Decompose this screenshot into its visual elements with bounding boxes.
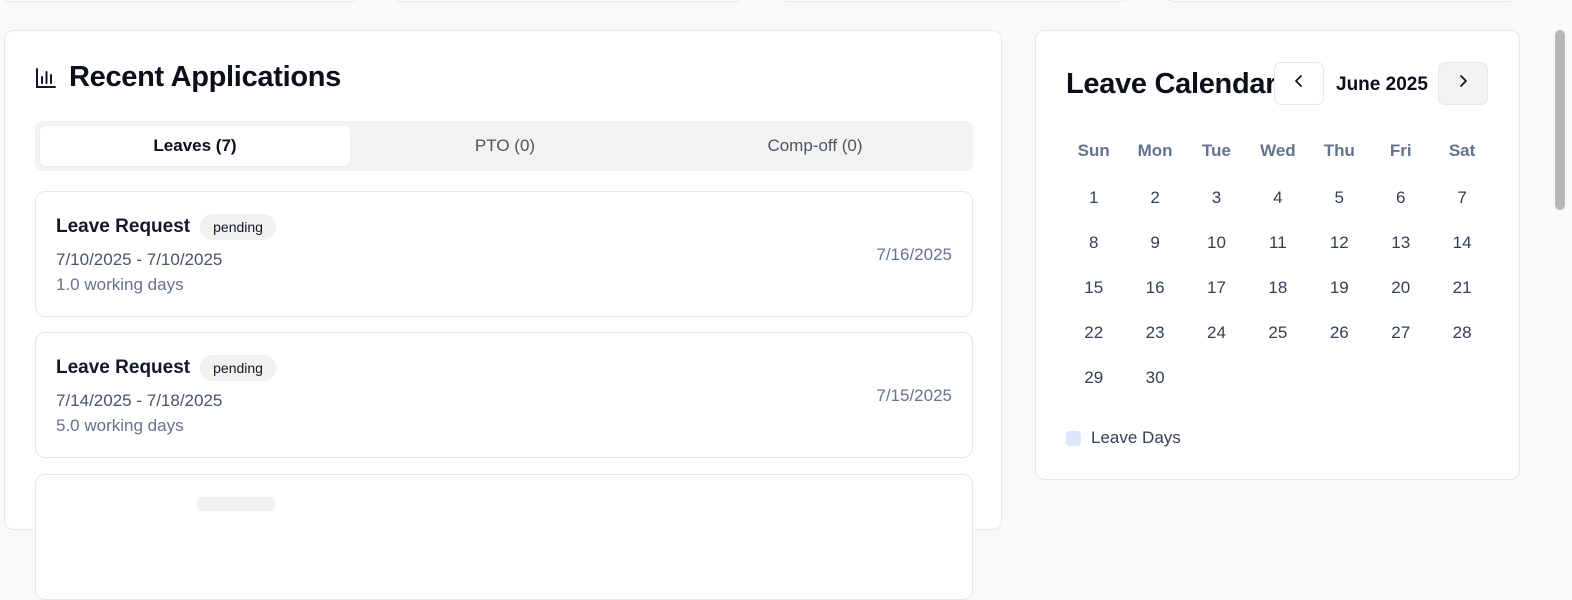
calendar-day[interactable]: 26	[1309, 323, 1370, 343]
request-title-row: Leave Request pending	[56, 214, 276, 240]
request-title: Leave Request	[56, 216, 191, 237]
leave-calendar-panel: Leave Calendar June 2025 Sun Mon Tue Wed Thu…	[1035, 30, 1520, 480]
calendar-day[interactable]: 17	[1186, 278, 1247, 298]
calendar-day[interactable]: 28	[1431, 323, 1492, 343]
calendar-day[interactable]: 13	[1370, 233, 1431, 253]
calendar-day[interactable]: 14	[1431, 233, 1492, 253]
recent-applications-panel: Recent Applications Leaves (7) PTO (0) C…	[4, 30, 1002, 600]
status-badge: pending	[200, 214, 276, 240]
request-title-row: Leave Request pending	[56, 355, 276, 381]
request-working-days: 1.0 working days	[56, 275, 184, 294]
tab-comp-off[interactable]: Comp-off (0)	[660, 126, 970, 166]
weekday-header: Mon	[1137, 141, 1173, 160]
weekday-header: Tue	[1202, 141, 1231, 160]
calendar-day[interactable]: 5	[1309, 188, 1370, 208]
top-stats-strip	[0, 0, 1572, 2]
request-submitted-date: 7/15/2025	[876, 386, 952, 405]
status-badge: pending	[200, 355, 276, 381]
calendar-day[interactable]: 27	[1370, 323, 1431, 343]
calendar-day[interactable]: 11	[1247, 233, 1308, 253]
calendar-day[interactable]: 20	[1370, 278, 1431, 298]
calendar-day[interactable]: 6	[1370, 188, 1431, 208]
tab-leaves[interactable]: Leaves (7)	[40, 126, 350, 166]
request-title: Leave Request	[56, 357, 191, 378]
request-submitted-date: 7/16/2025	[876, 245, 952, 264]
calendar-day[interactable]: 4	[1247, 188, 1308, 208]
request-date-range: 7/14/2025 - 7/18/2025	[56, 391, 223, 410]
page-scrollbar[interactable]	[1552, 0, 1572, 502]
calendar-day[interactable]: 12	[1309, 233, 1370, 253]
weekday-header: Sun	[1077, 141, 1110, 160]
bar-chart-icon	[35, 67, 57, 89]
calendar-day[interactable]: 9	[1124, 233, 1185, 253]
leave-request-card[interactable]: Leave Request pending 7/14/2025 - 7/18/2…	[35, 332, 973, 458]
stat-card	[778, 0, 1130, 2]
leave-days-swatch	[1066, 430, 1081, 446]
calendar-day[interactable]: 24	[1186, 323, 1247, 343]
leave-request-card[interactable]: Leave Request pending 7/10/2025 - 7/10/2…	[35, 191, 973, 317]
legend-label: Leave Days	[1091, 428, 1181, 447]
weekday-header: Fri	[1389, 141, 1412, 160]
calendar-day[interactable]: 18	[1247, 278, 1308, 298]
current-month-label: June 2025	[1336, 74, 1428, 95]
next-month-button[interactable]	[1438, 62, 1488, 105]
calendar-day[interactable]: 10	[1186, 233, 1247, 253]
weekday-header: Wed	[1260, 141, 1296, 160]
calendar-legend: Leave Days	[1066, 428, 1181, 448]
calendar-day[interactable]: 15	[1063, 278, 1124, 298]
request-date-range: 7/10/2025 - 7/10/2025	[56, 250, 223, 269]
scrollbar-thumb[interactable]	[1555, 30, 1565, 210]
stat-card	[0, 0, 359, 2]
weekday-header: Sat	[1448, 141, 1476, 160]
calendar-day[interactable]: 29	[1063, 368, 1124, 388]
calendar-day[interactable]: 30	[1124, 368, 1185, 388]
application-tabs: Leaves (7) PTO (0) Comp-off (0)	[35, 121, 973, 171]
calendar-day[interactable]: 8	[1063, 233, 1124, 253]
leave-request-card-partial[interactable]	[35, 474, 973, 600]
calendar-day[interactable]: 22	[1063, 323, 1124, 343]
previous-month-button[interactable]	[1274, 62, 1324, 105]
tab-pto[interactable]: PTO (0)	[350, 126, 660, 166]
calendar-day[interactable]: 1	[1063, 188, 1124, 208]
stat-card	[392, 0, 744, 2]
calendar-day[interactable]: 19	[1309, 278, 1370, 298]
calendar-day[interactable]: 25	[1247, 323, 1308, 343]
calendar-day[interactable]: 7	[1431, 188, 1492, 208]
calendar-day[interactable]: 3	[1186, 188, 1247, 208]
stat-card	[1164, 0, 1518, 2]
chevron-right-icon	[1456, 74, 1470, 93]
chevron-left-icon	[1292, 74, 1306, 93]
calendar-day[interactable]: 16	[1124, 278, 1185, 298]
weekday-header: Thu	[1323, 141, 1355, 160]
request-working-days: 5.0 working days	[56, 416, 184, 435]
applications-title: Recent Applications	[69, 61, 341, 93]
status-badge	[196, 497, 276, 511]
applications-header: Recent Applications	[35, 61, 341, 94]
calendar-day[interactable]: 23	[1124, 323, 1185, 343]
calendar-day[interactable]: 2	[1124, 188, 1185, 208]
calendar-day[interactable]: 21	[1431, 278, 1492, 298]
calendar-title: Leave Calendar	[1066, 68, 1277, 100]
